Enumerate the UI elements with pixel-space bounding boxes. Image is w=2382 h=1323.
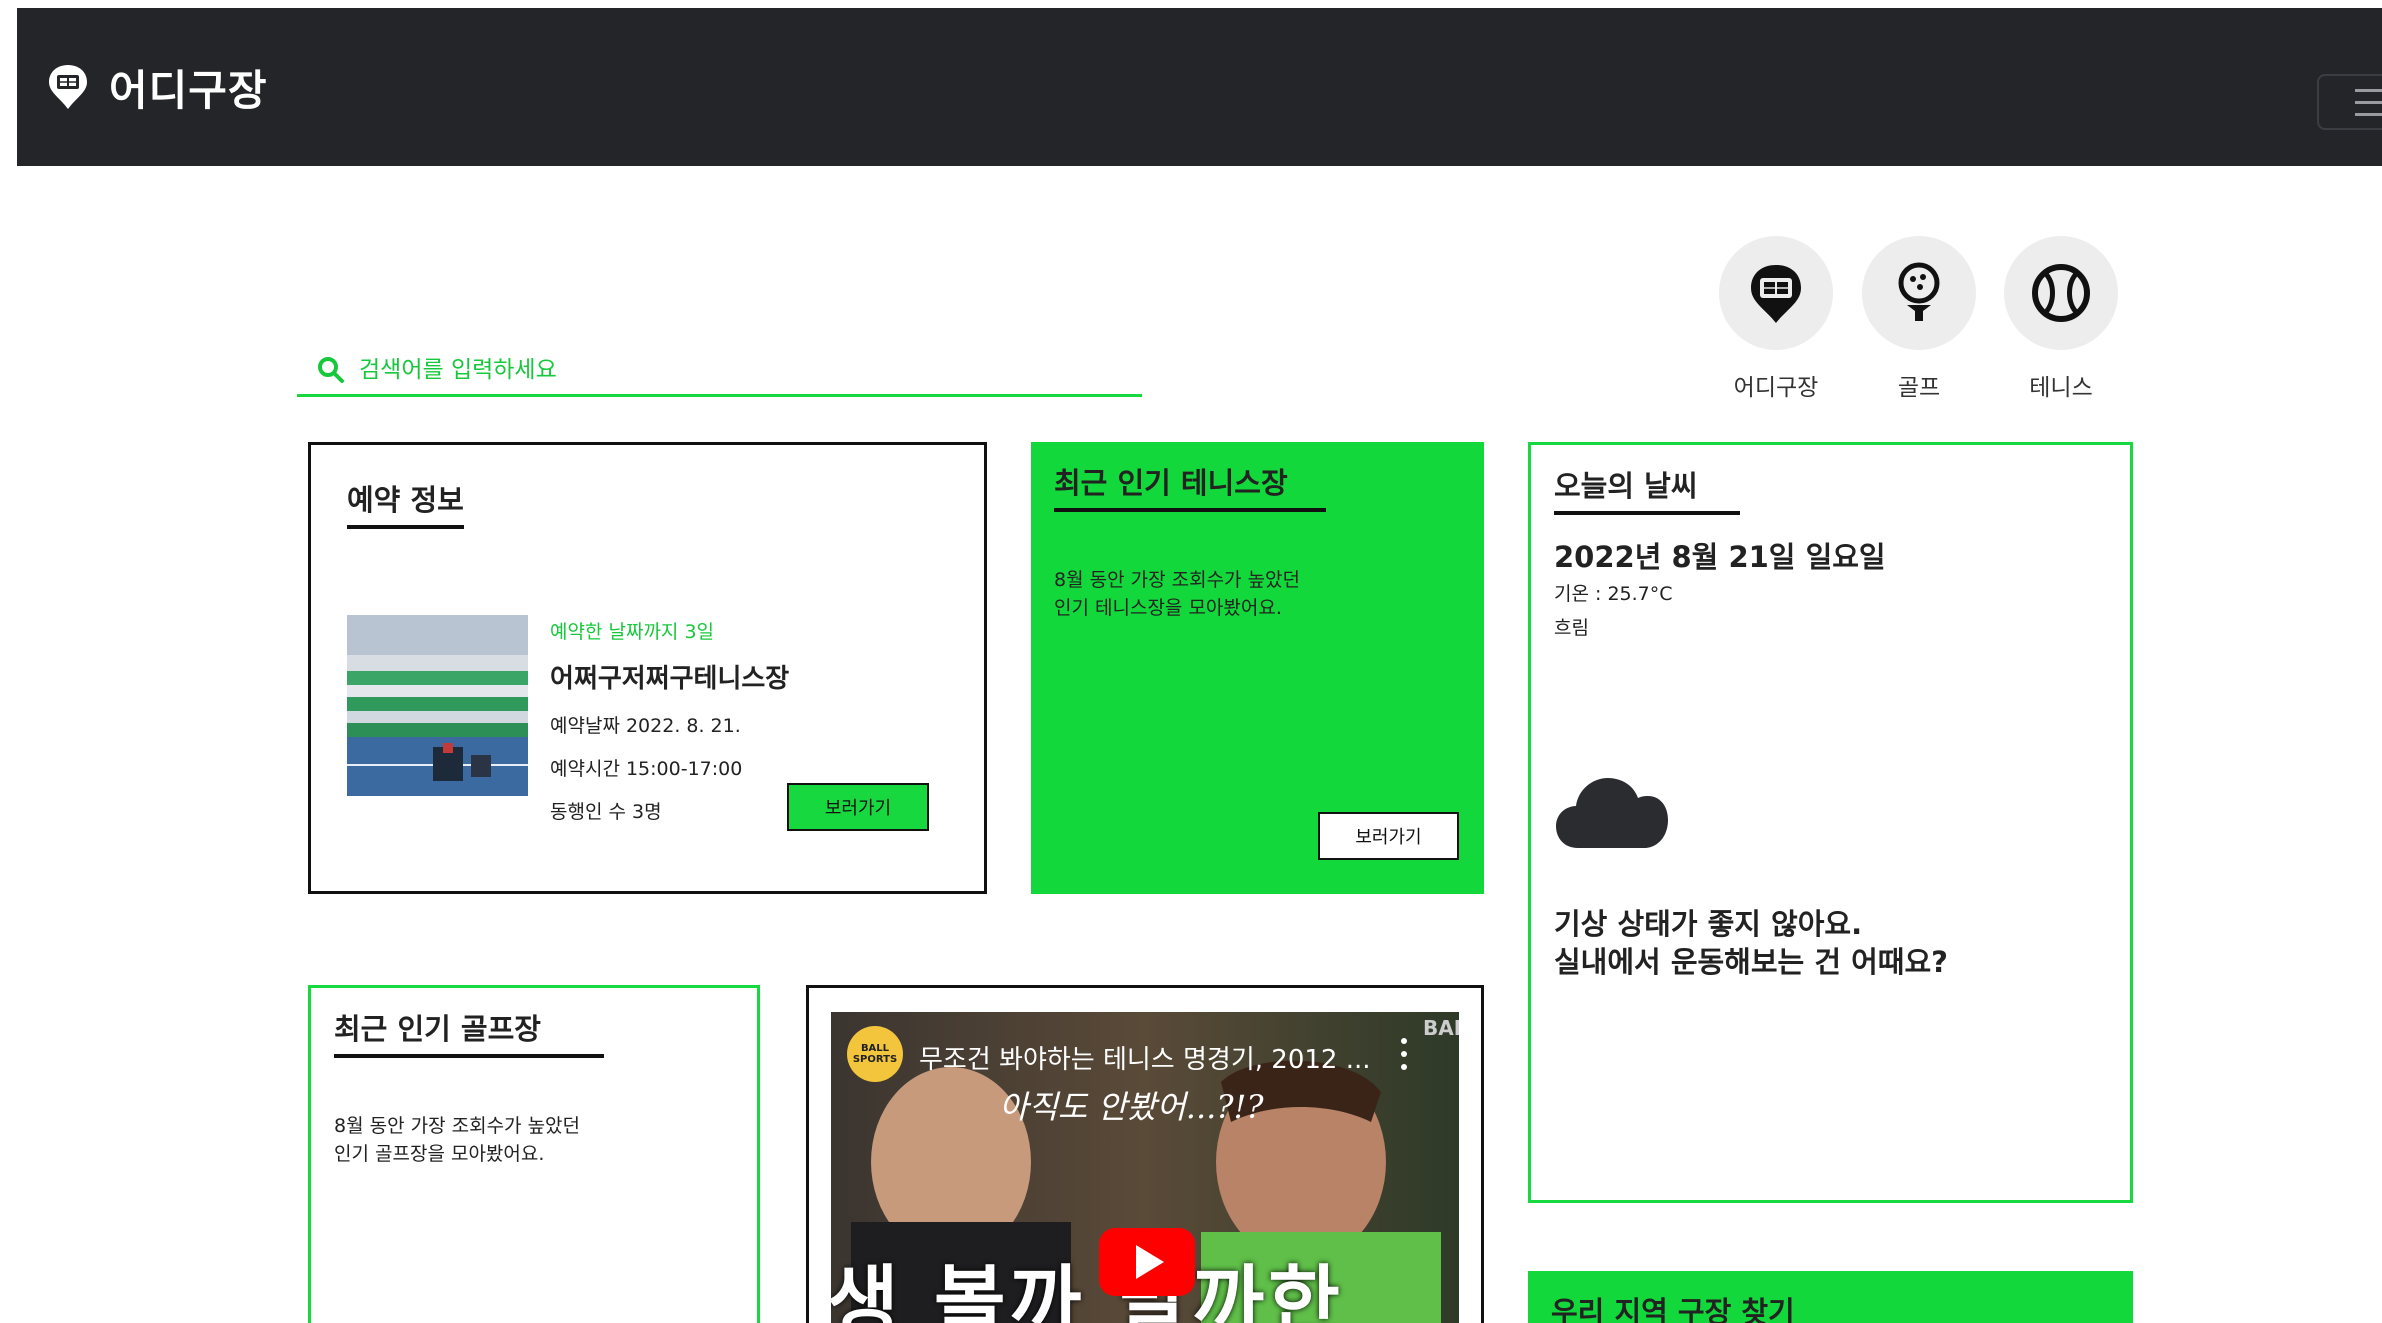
popular-tennis-view-button[interactable]: 보러가기: [1318, 812, 1459, 860]
search-bar: [297, 345, 1142, 397]
popular-golf-desc: 8월 동안 가장 조회수가 높았던 인기 골프장을 모아봤어요.: [334, 1115, 581, 1165]
popular-tennis-card: 최근 인기 테니스장 8월 동안 가장 조회수가 높았던 인기 테니스장을 모아…: [1031, 442, 1484, 894]
reservation-date: 예약날짜 2022. 8. 21.: [550, 715, 741, 737]
reservation-venue: 어쩌구저쩌구테니스장: [550, 664, 790, 694]
popular-tennis-title: 최근 인기 테니스장: [1054, 460, 1326, 512]
channel-avatar[interactable]: BALL SPORTS: [847, 1026, 903, 1082]
play-button[interactable]: [1099, 1228, 1195, 1296]
weather-title: 오늘의 날씨: [1554, 463, 1740, 515]
region-finder-card[interactable]: 우리 지역 구장 찾기: [1528, 1271, 2133, 1323]
reservation-title: 예약 정보: [347, 477, 464, 529]
menu-toggle-button[interactable]: [2317, 74, 2382, 130]
popular-golf-title: 최근 인기 골프장: [334, 1006, 604, 1058]
category-label: 어디구장: [1733, 375, 1819, 401]
category-tennis[interactable]: 테니스: [2001, 236, 2121, 402]
video-corner-label: BAI: [1423, 1016, 1459, 1040]
video-subtitle: 아직도 안봤어...?!?: [999, 1088, 1264, 1126]
brand-title: 어디구장: [109, 65, 268, 115]
golf-ball-tee-icon: [1898, 262, 1940, 321]
category-label: 골프: [1897, 375, 1941, 401]
popular-tennis-desc: 8월 동안 가장 조회수가 높았던 인기 테니스장을 모아봤어요.: [1054, 569, 1301, 619]
tennis-court-photo[interactable]: [347, 615, 528, 796]
category-golf[interactable]: 골프: [1859, 236, 1979, 402]
search-icon[interactable]: [317, 356, 345, 384]
reservation-companions: 동행인 수 3명: [550, 801, 662, 823]
reservation-view-button[interactable]: 보러가기: [787, 783, 929, 831]
video-overlay-text: 생 볼까 말까한: [831, 1258, 1344, 1323]
region-finder-title: 우리 지역 구장 찾기: [1551, 1295, 1795, 1323]
top-navbar: 어디구장: [17, 8, 2382, 166]
weather-date: 2022년 8월 21일 일요일: [1554, 540, 1886, 574]
video-title[interactable]: 무조건 봐야하는 테니스 명경기, 2012 ...: [919, 1039, 1379, 1076]
category-label: 테니스: [2029, 375, 2093, 401]
stadium-pin-icon: [49, 65, 87, 109]
more-options-icon[interactable]: [1396, 1034, 1412, 1074]
hamburger-icon: [2355, 88, 2382, 92]
cloud-icon: [1556, 778, 1668, 848]
tennis-ball-icon: [2032, 264, 2090, 322]
reservation-info: 예약한 날짜까지 3일 어쩌구저쩌구테니스장 예약날짜 2022. 8. 21.…: [550, 617, 789, 824]
reservation-dday: 예약한 날짜까지 3일: [550, 621, 715, 643]
video-card: BALL SPORTS 무조건 봐야하는 테니스 명경기, 2012 ... B…: [806, 985, 1484, 1323]
weather-message: 기상 상태가 좋지 않아요. 실내에서 운동해보는 건 어때요?: [1554, 907, 1948, 979]
weather-temperature: 기온 : 25.7°C: [1554, 583, 1673, 605]
weather-card: 오늘의 날씨 2022년 8월 21일 일요일 기온 : 25.7°C 흐림 기…: [1528, 442, 2133, 1203]
weather-condition: 흐림: [1554, 617, 1589, 639]
popular-golf-card: 최근 인기 골프장 8월 동안 가장 조회수가 높았던 인기 골프장을 모아봤어…: [308, 985, 760, 1323]
youtube-video-player[interactable]: BALL SPORTS 무조건 봐야하는 테니스 명경기, 2012 ... B…: [831, 1012, 1459, 1323]
search-input[interactable]: [359, 356, 1119, 383]
reservation-time: 예약시간 15:00-17:00: [550, 758, 743, 780]
reservation-card: 예약 정보 예약한 날짜까지 3일 어쩌구저쩌구테니스장 예약날짜 2022. …: [308, 442, 987, 894]
category-stadium[interactable]: 어디구장: [1716, 236, 1836, 402]
brand-home-link[interactable]: 어디구장: [47, 8, 268, 166]
stadium-pin-icon: [1751, 265, 1801, 323]
